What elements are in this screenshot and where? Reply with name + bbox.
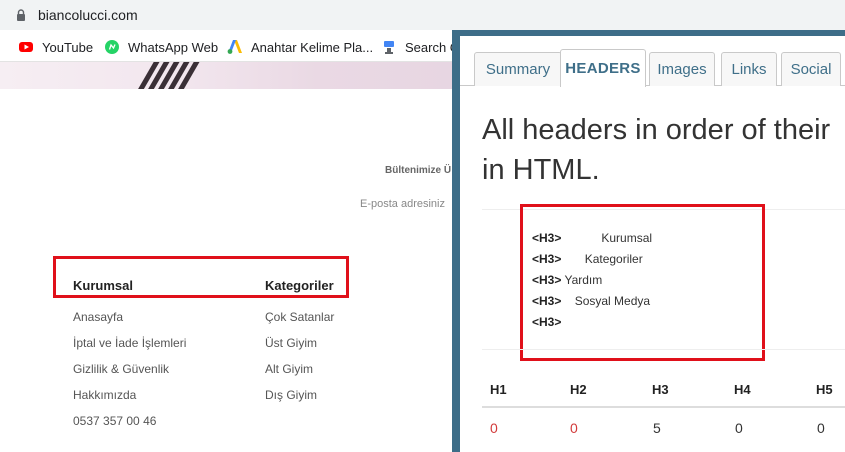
seo-extension-panel: Summary HEADERS Images Links Social All …: [452, 30, 845, 452]
headline-line-1: All headers in order of their: [482, 114, 831, 146]
count-label-h5: H5: [816, 382, 833, 397]
count-label-h4: H4: [734, 382, 751, 397]
count-value-h1: 0: [490, 420, 498, 436]
footer-link-alt-giyim[interactable]: Alt Giyim: [265, 362, 313, 376]
address-bar[interactable]: biancolucci.com: [0, 0, 845, 30]
tab-social[interactable]: Social: [781, 52, 841, 86]
footer-link-ust-giyim[interactable]: Üst Giyim: [265, 336, 317, 350]
footer-link-iptal-iade[interactable]: İptal ve İade İşlemleri: [73, 336, 186, 350]
bookmark-search-console[interactable]: Search C: [381, 38, 459, 56]
tab-images[interactable]: Images: [649, 52, 715, 86]
footer-link-dis-giyim[interactable]: Dış Giyim: [265, 388, 317, 402]
tab-headers[interactable]: HEADERS: [560, 49, 646, 87]
panel-tabs: Summary HEADERS Images Links Social: [460, 36, 845, 87]
footer-link-cok-satanlar[interactable]: Çok Satanlar: [265, 310, 334, 324]
email-hint: E-posta adresiniz: [360, 198, 445, 210]
tab-links[interactable]: Links: [721, 52, 777, 86]
divider: [482, 349, 845, 350]
whatsapp-icon: [105, 40, 119, 54]
headers-description: All headers in order of their in HTML.: [482, 110, 845, 190]
youtube-icon: [19, 42, 33, 52]
newsletter-title: Bültenimize Ü: [385, 165, 452, 176]
search-console-icon: [384, 41, 394, 54]
count-value-h3: 5: [653, 420, 661, 436]
count-value-h4: 0: [735, 420, 743, 436]
google-ads-icon: [227, 40, 242, 54]
count-value-h5: 0: [817, 420, 825, 436]
lock-icon[interactable]: [14, 8, 28, 22]
tab-summary[interactable]: Summary: [474, 52, 562, 86]
count-label-h3: H3: [652, 382, 669, 397]
footer-phone[interactable]: 0537 357 00 46: [73, 414, 156, 428]
footer-link-hakkimizda[interactable]: Hakkımızda: [73, 388, 136, 402]
bookmark-youtube[interactable]: YouTube: [18, 38, 93, 56]
url-text[interactable]: biancolucci.com: [38, 7, 138, 23]
bookmark-whatsapp[interactable]: WhatsApp Web: [104, 38, 218, 56]
panel-content: Summary HEADERS Images Links Social All …: [460, 36, 845, 452]
count-label-h1: H1: [490, 382, 507, 397]
headline-line-2: in HTML.: [482, 154, 600, 186]
highlight-box-headers-list: [520, 204, 765, 361]
highlight-box-footer-headings: [53, 256, 349, 298]
count-value-h2: 0: [570, 420, 578, 436]
footer-link-gizlilik[interactable]: Gizlilik & Güvenlik: [73, 362, 169, 376]
bookmark-label: YouTube: [42, 39, 94, 55]
footer-link-anasayfa[interactable]: Anasayfa: [73, 310, 123, 324]
bookmark-label: WhatsApp Web: [128, 39, 219, 55]
count-label-h2: H2: [570, 382, 587, 397]
hero-banner-image: [0, 62, 452, 89]
counts-divider: [482, 406, 845, 408]
bookmark-label: Anahtar Kelime Pla...: [251, 39, 374, 55]
bookmark-google-ads[interactable]: Anahtar Kelime Pla...: [227, 38, 373, 56]
omnibox[interactable]: biancolucci.com: [0, 1, 845, 29]
